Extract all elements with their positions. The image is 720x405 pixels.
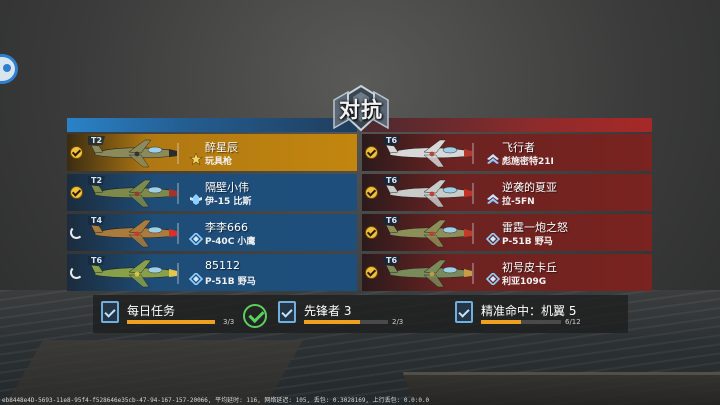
tier-badge: T6 <box>383 216 401 225</box>
task-label: 精准命中：机翼 5 <box>481 304 577 318</box>
aircraft-name: 伊-15 比斯 <box>205 197 252 207</box>
diamond-rank-icon <box>189 233 203 245</box>
task-vanguard[interactable]: 先锋者 3 2/3 <box>278 299 428 329</box>
player-name: 雷霆一炮之怒 <box>502 221 568 234</box>
carrier-deck-right <box>402 372 720 405</box>
wing-rank-icon <box>190 194 202 205</box>
clipboard-check-icon <box>455 301 473 323</box>
task-progress-text: 3/3 <box>223 318 235 326</box>
player-row[interactable]: T2 醉星辰玩具枪 <box>67 134 357 171</box>
task-progress-fill <box>481 320 521 324</box>
diamond-rank-icon <box>189 273 203 285</box>
player-name: 隔壁小伟 <box>205 181 249 194</box>
player-row[interactable]: T6 飞行者彪施密特21I <box>362 134 652 171</box>
ready-check-icon <box>365 266 378 279</box>
clipboard-check-icon <box>278 301 296 323</box>
red-team-list: T6 飞行者彪施密特21I T6 逆袭的夏亚拉-5FN T6 雷霆一炮之怒 P-51B 野马… <box>362 134 652 294</box>
tier-badge: T2 <box>88 176 106 185</box>
player-name: 逆袭的夏亚 <box>502 181 557 194</box>
player-row[interactable]: T6 85112 P-51B 野马 <box>67 254 357 291</box>
battle-title: 对抗 <box>339 98 383 122</box>
task-progress-text: 2/3 <box>392 318 404 326</box>
ready-check-icon <box>70 186 83 199</box>
task-panel: 每日任务 3/3 先锋者 3 2/3 精准命中：机翼 5 6/12 <box>93 295 628 333</box>
task-complete-check-icon <box>243 304 267 328</box>
player-name: 飞行者 <box>502 141 535 154</box>
task-progress-bar <box>127 320 215 324</box>
tier-badge: T6 <box>383 176 401 185</box>
blue-team-header <box>67 118 357 132</box>
loading-spinner-icon <box>70 266 83 279</box>
diamond-rank-icon <box>486 273 500 285</box>
network-debug-info: eb8448e4D-5693-11e8-95f4-f528646e35cb-47… <box>2 397 430 404</box>
aircraft-name: 拉-5FN <box>502 197 535 207</box>
player-name: 85112 <box>205 259 240 272</box>
aircraft-name: 彪施密特21I <box>502 157 554 167</box>
tier-badge: T6 <box>383 136 401 145</box>
diamond-rank-icon <box>486 233 500 245</box>
tier-badge: T2 <box>88 136 106 145</box>
ready-check-icon <box>70 146 83 159</box>
task-progress-bar <box>481 320 561 324</box>
loading-spinner-icon <box>70 226 83 239</box>
tier-badge: T6 <box>88 256 106 265</box>
task-label: 先锋者 3 <box>304 304 352 318</box>
tier-badge: T4 <box>88 216 106 225</box>
clipboard-check-icon <box>101 301 119 323</box>
ready-check-icon <box>365 226 378 239</box>
task-daily[interactable]: 每日任务 3/3 <box>101 299 241 329</box>
chevron-rank-icon <box>487 154 499 164</box>
player-row[interactable]: T6 初号皮卡丘利亚109G <box>362 254 652 291</box>
aircraft-name: 利亚109G <box>502 277 547 287</box>
ready-check-icon <box>365 146 378 159</box>
versus-emblem: 对抗 <box>328 84 394 134</box>
task-progress-fill <box>304 320 361 324</box>
task-progress-fill <box>127 320 215 324</box>
player-row[interactable]: T6 逆袭的夏亚拉-5FN <box>362 174 652 211</box>
side-menu-button[interactable] <box>0 54 18 84</box>
aircraft-name: P-51B 野马 <box>205 277 256 287</box>
task-precision[interactable]: 精准命中：机翼 5 6/12 <box>455 299 625 329</box>
chevron-rank-icon <box>487 194 499 204</box>
player-row[interactable]: T4 李李666 P-40C 小鹰 <box>67 214 357 251</box>
player-name: 初号皮卡丘 <box>502 261 557 274</box>
player-name: 李李666 <box>205 221 248 234</box>
ready-check-icon <box>365 186 378 199</box>
tier-badge: T6 <box>383 256 401 265</box>
task-progress-bar <box>304 320 388 324</box>
star-rank-icon <box>189 153 203 165</box>
aircraft-name: P-40C 小鹰 <box>205 237 256 247</box>
aircraft-name: 玩具枪 <box>205 157 233 167</box>
task-progress-text: 6/12 <box>565 318 581 326</box>
red-team-header <box>362 118 652 132</box>
aircraft-name: P-51B 野马 <box>502 237 553 247</box>
task-label: 每日任务 <box>127 304 176 318</box>
blue-team-list: T2 醉星辰玩具枪 T2 隔壁小伟伊-15 比斯 T4 李李666 P-40C 小鹰 T6 85… <box>67 134 357 294</box>
player-row[interactable]: T2 隔壁小伟伊-15 比斯 <box>67 174 357 211</box>
player-name: 醉星辰 <box>205 141 238 154</box>
player-row[interactable]: T6 雷霆一炮之怒 P-51B 野马 <box>362 214 652 251</box>
